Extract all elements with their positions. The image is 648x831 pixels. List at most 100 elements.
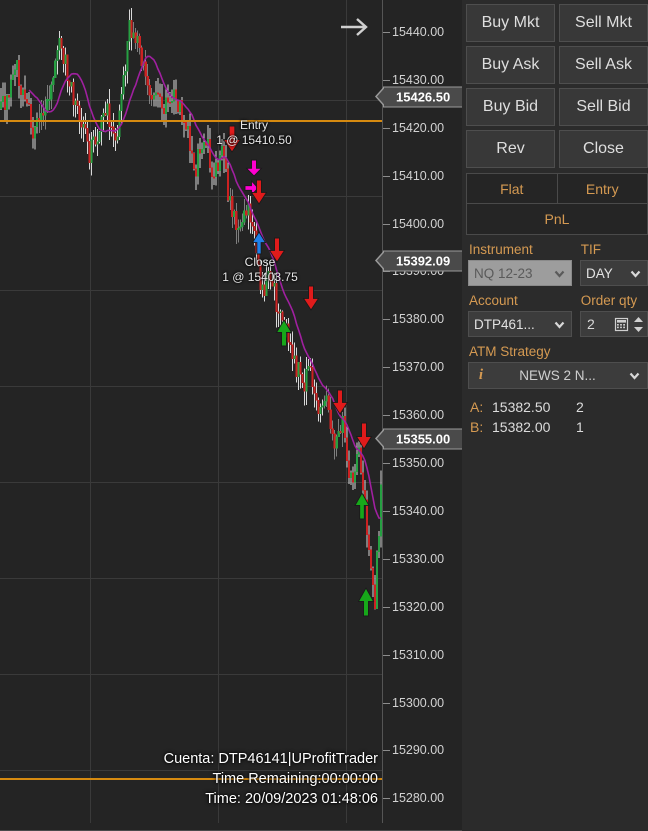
market-depth-row: A: 15382.50 2 <box>462 395 648 415</box>
trade-signal-arrows <box>222 125 375 617</box>
trading-platform-window: Entry 1 @ 15410.50 Close 1 @ 15403.75 15… <box>0 0 648 831</box>
atm-strategy-select[interactable]: i NEWS 2 N... <box>468 362 648 389</box>
market-depth-list: A: 15382.50 2 B: 15382.00 1 <box>462 395 648 435</box>
price-tag-orange-line-price: 15426.50 <box>375 86 462 108</box>
instrument-tif-labels: Instrument TIF <box>462 235 648 260</box>
entry-annotation: Entry 1 @ 15410.50 <box>206 118 302 148</box>
axis-tick <box>383 606 390 608</box>
axis-tick-label: 15400.00 <box>392 216 445 231</box>
depth-qty: 2 <box>576 399 584 415</box>
spinner-arrows-icon[interactable] <box>633 316 644 333</box>
chevron-down-icon <box>629 372 640 380</box>
axis-tick-label: 15300.00 <box>392 695 445 710</box>
price-level-line <box>0 120 382 122</box>
instrument-value: NQ 12-23 <box>474 265 533 281</box>
depth-price: 15382.50 <box>492 399 551 415</box>
order-qty-value: 2 <box>587 316 595 332</box>
reverse-button[interactable]: Rev <box>466 130 555 168</box>
mode-tab-row: Flat Entry <box>466 173 648 204</box>
axis-tick-label: 15280.00 <box>392 791 445 806</box>
axis-tick <box>383 558 390 560</box>
axis-tick-label: 15370.00 <box>392 360 445 375</box>
close-annotation-detail: 1 @ 15403.75 <box>222 270 298 284</box>
axis-tick <box>383 127 390 129</box>
axis-tick-label: 15410.00 <box>392 168 445 183</box>
entry-annotation-title: Entry <box>239 118 268 132</box>
sell-market-button[interactable]: Sell Mkt <box>559 4 648 42</box>
account-select[interactable]: DTP461... <box>468 311 572 337</box>
axis-tick <box>383 319 390 321</box>
axis-tick-label: 15440.00 <box>392 24 445 39</box>
depth-price: 15382.00 <box>492 419 551 435</box>
instrument-select[interactable]: NQ 12-23 <box>468 260 572 286</box>
market-depth-row: B: 15382.00 1 <box>462 415 648 435</box>
close-annotation: Close 1 @ 15403.75 <box>198 255 322 285</box>
chart-info-overlay: Cuenta: DTP46141|UProfitTrader Time Rema… <box>164 749 378 809</box>
depth-key: A: <box>470 399 484 415</box>
axis-tick-label: 15330.00 <box>392 551 445 566</box>
order-entry-panel: Buy Mkt Sell Mkt Buy Ask Sell Ask Buy Bid Sel… <box>462 0 648 831</box>
price-tag-bid-ask-price: 15355.00 <box>375 428 462 450</box>
axis-tick <box>383 510 390 512</box>
close-annotation-title: Close <box>244 255 276 269</box>
buy-market-button[interactable]: Buy Mkt <box>466 4 555 42</box>
axis-tick-label: 15290.00 <box>392 743 445 758</box>
account-qty-labels: Account Order qty <box>462 286 648 311</box>
instrument-tif-row: NQ 12-23 DAY <box>462 260 648 286</box>
atm-strategy-label: ATM Strategy <box>469 344 551 359</box>
sell-bid-button[interactable]: Sell Bid <box>559 88 648 126</box>
calculator-icon[interactable] <box>614 317 629 332</box>
buy-bid-button[interactable]: Buy Bid <box>466 88 555 126</box>
axis-tick <box>383 79 390 81</box>
info-icon[interactable]: i <box>475 367 487 384</box>
time-remaining-text: Time Remaining:00:00:00 <box>212 771 379 787</box>
chart-plot[interactable]: Entry 1 @ 15410.50 Close 1 @ 15403.75 <box>0 0 382 823</box>
order-qty-stepper[interactable]: 2 <box>580 311 648 337</box>
price-tag-last-price: 15392.09 <box>375 250 462 272</box>
buy-ask-button[interactable]: Buy Ask <box>466 46 555 84</box>
chart-area[interactable]: Entry 1 @ 15410.50 Close 1 @ 15403.75 15… <box>0 0 462 831</box>
order-qty-label: Order qty <box>580 293 638 308</box>
axis-tick <box>383 175 390 177</box>
axis-tick-label: 15350.00 <box>392 456 445 471</box>
tab-flat[interactable]: Flat <box>466 173 558 204</box>
close-position-button[interactable]: Close <box>559 130 648 168</box>
tif-value: DAY <box>586 265 613 281</box>
axis-tick <box>383 415 390 417</box>
depth-qty: 1 <box>576 419 584 435</box>
axis-tick <box>383 654 390 656</box>
instrument-label: Instrument <box>469 242 533 257</box>
chevron-down-icon <box>554 270 565 278</box>
atm-strategy-label-row: ATM Strategy <box>462 337 648 362</box>
axis-tick <box>383 702 390 704</box>
tif-label: TIF <box>580 242 602 257</box>
axis-tick-label: 15360.00 <box>392 408 445 423</box>
axis-tick <box>383 31 390 33</box>
entry-annotation-detail: 1 @ 15410.50 <box>216 133 292 147</box>
time-text: Time: 20/09/2023 01:48:06 <box>205 791 378 807</box>
chevron-down-icon <box>630 270 641 278</box>
account-value: DTP461... <box>474 316 535 332</box>
axis-tick-label: 15320.00 <box>392 599 445 614</box>
atm-strategy-value: NEWS 2 N... <box>519 368 596 383</box>
axis-tick <box>383 463 390 465</box>
axis-tick <box>383 750 390 752</box>
price-axis[interactable]: 15440.00 15430.00 15420.00 15410.00 15400.00… <box>375 0 462 823</box>
order-buttons-grid: Buy Mkt Sell Mkt Buy Ask Sell Ask Buy Bid Sel… <box>462 0 648 168</box>
account-label: Account <box>469 293 518 308</box>
axis-tick-label: 15430.00 <box>392 72 445 87</box>
axis-tick-label: 15310.00 <box>392 647 445 662</box>
axis-tick <box>383 223 390 225</box>
tif-select[interactable]: DAY <box>580 260 648 286</box>
account-qty-row: DTP461... 2 <box>462 311 648 337</box>
axis-tick-label: 15340.00 <box>392 503 445 518</box>
axis-tick <box>383 798 390 800</box>
axis-tick <box>383 367 390 369</box>
arrow-right-icon[interactable] <box>338 14 372 40</box>
tab-pnl[interactable]: PnL <box>466 204 648 235</box>
tab-entry[interactable]: Entry <box>557 173 648 204</box>
sell-ask-button[interactable]: Sell Ask <box>559 46 648 84</box>
axis-tick-label: 15420.00 <box>392 120 445 135</box>
axis-tick-label: 15380.00 <box>392 312 445 327</box>
account-text: Cuenta: DTP46141|UProfitTrader <box>163 751 378 767</box>
